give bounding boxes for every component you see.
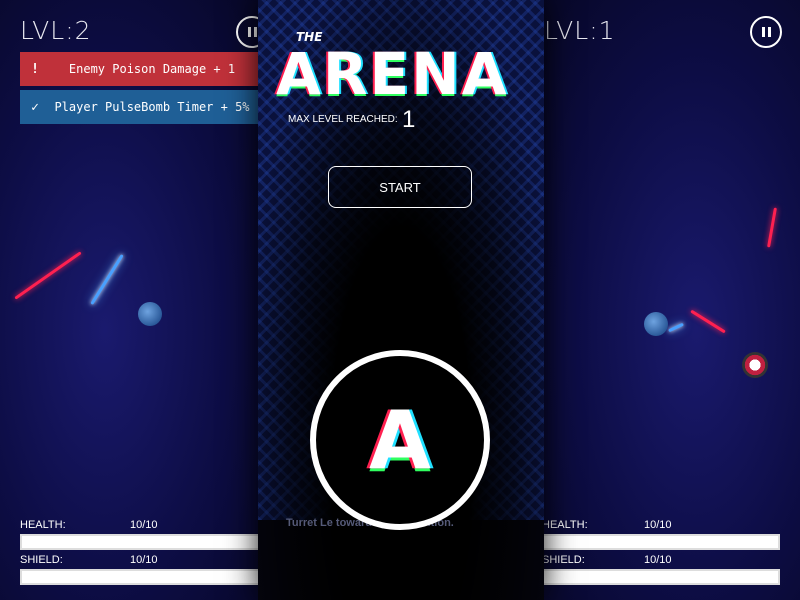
health-value: 10/10 [130,519,158,531]
health-bar [542,534,780,550]
shield-value: 10/10 [130,554,158,566]
app-logo: A [310,350,490,530]
health-bar [20,534,262,550]
game-title: ARENA [276,40,509,108]
notification-enemy-poison: ! Enemy Poison Damage + 1 [20,52,260,86]
enemy-laser [767,207,777,248]
player-pulse-shot [90,254,124,305]
level-indicator: LVL:1 [544,16,616,45]
enemy-turret [742,352,768,378]
level-indicator: LVL:2 [20,16,92,45]
start-button[interactable]: START [328,166,472,208]
notification-pulsebomb: ✓ Player PulseBomb Timer + 5% [20,90,260,124]
title-screen: THE ARENA MAX LEVEL REACHED: 1 START Tur… [258,0,544,600]
health-label: HEALTH: [20,519,66,531]
left-game-screen: LVL:2 ! Enemy Poison Damage + 1 ✓ Player… [0,0,262,600]
shield-label: SHIELD: [20,554,63,566]
pause-button[interactable] [750,16,782,48]
max-level-value: 1 [402,106,416,133]
right-game-screen: LVL:1 HEALTH: 10/10 SHIELD: 10/10 [540,0,800,600]
check-icon: ✓ [31,99,39,115]
player-orb [644,312,668,336]
shield-bar [542,569,780,585]
notification-text: Player PulseBomb Timer + 5% [54,100,250,114]
notification-text: Enemy Poison Damage + 1 [68,62,236,76]
player-orb [138,302,162,326]
player-pulse-shot [668,322,684,333]
health-label: HEALTH: [542,519,588,531]
enemy-laser [690,309,726,334]
shield-label: SHIELD: [542,554,585,566]
health-value: 10/10 [644,519,672,531]
shield-bar [20,569,262,585]
max-level-label: MAX LEVEL REACHED: [288,114,398,125]
enemy-laser [14,251,82,300]
logo-letter: A [369,393,431,487]
shield-value: 10/10 [644,554,672,566]
alert-icon: ! [31,61,39,77]
